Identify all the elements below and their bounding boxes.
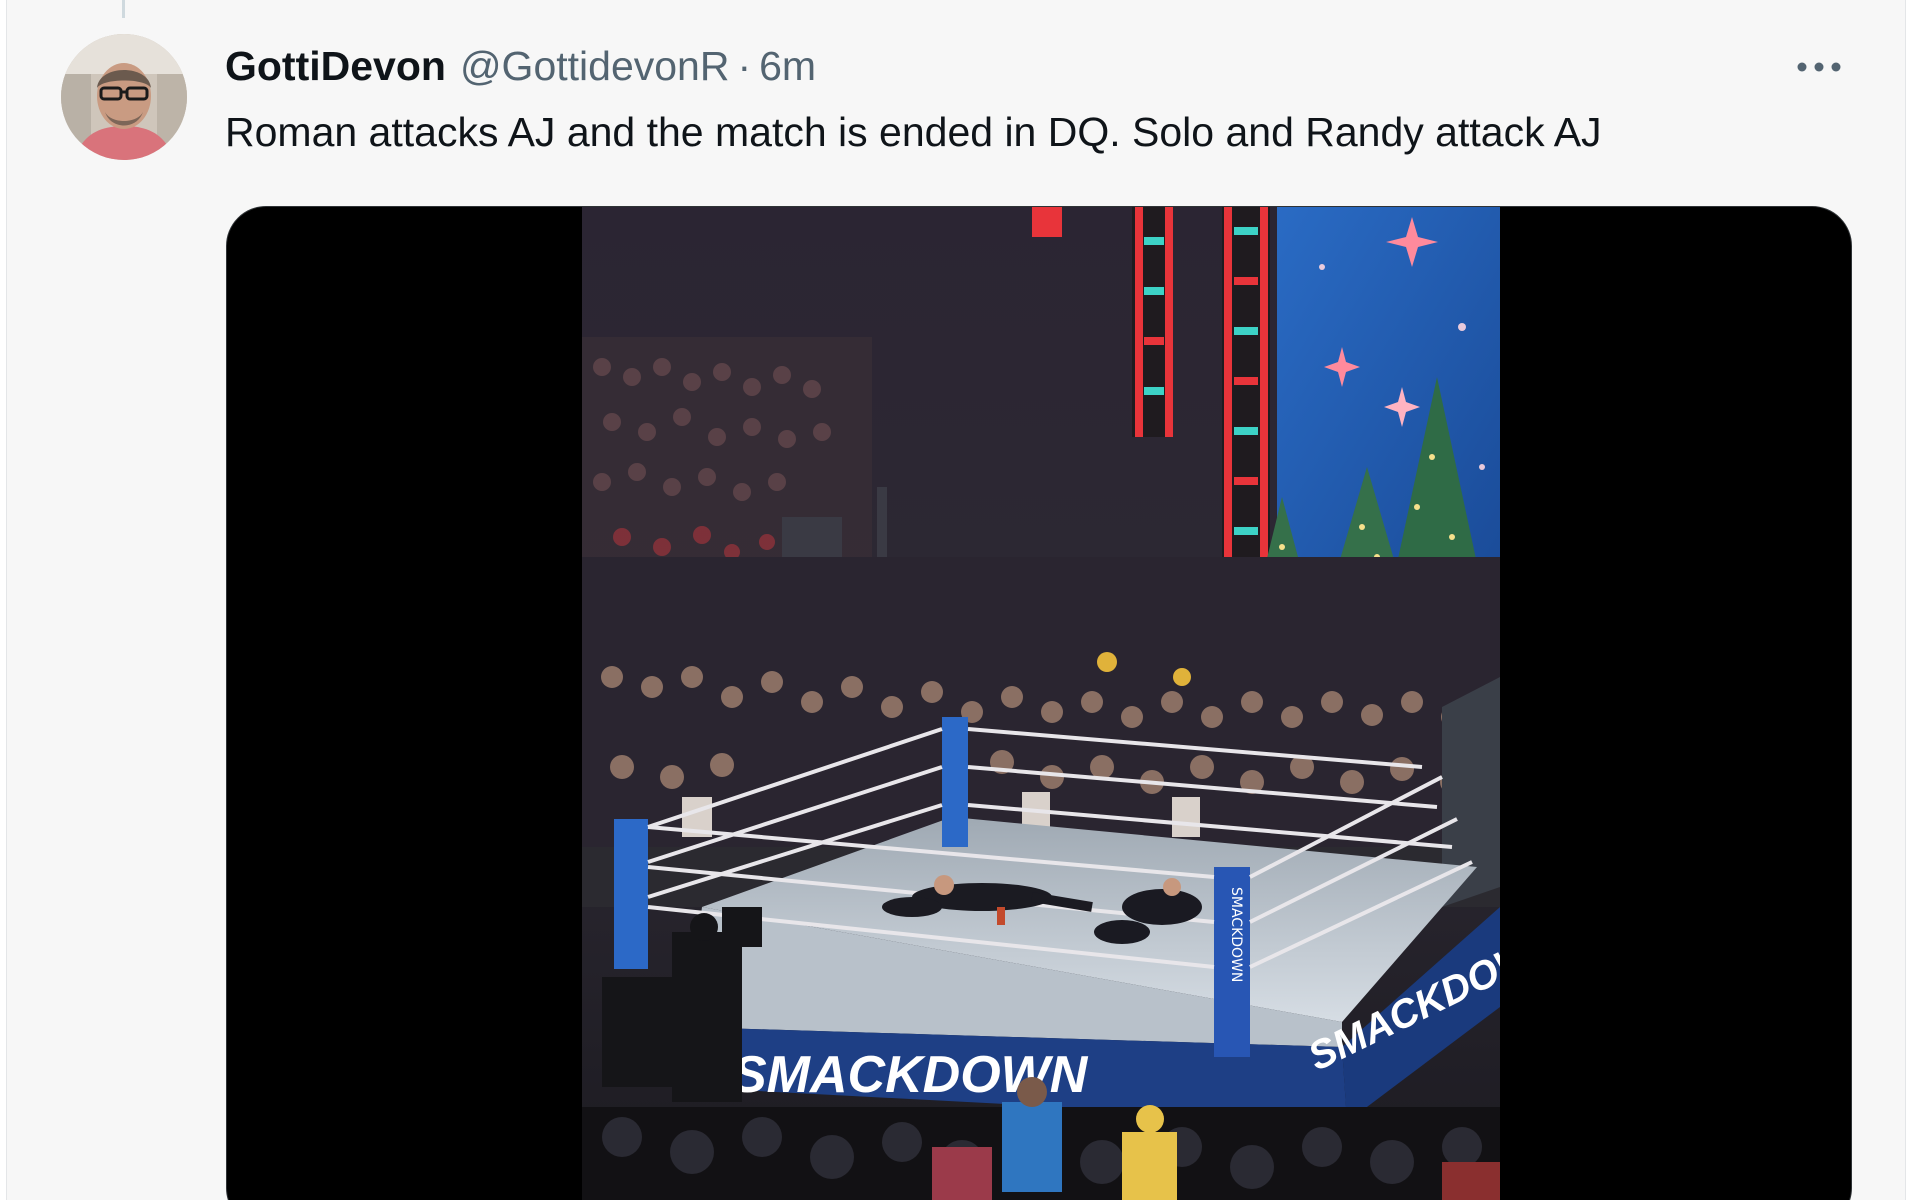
avatar[interactable] (61, 34, 187, 160)
more-options-button[interactable] (1789, 42, 1849, 92)
video-player[interactable]: SMACKDOWN SMACKDOWN SMACKDOWN (226, 206, 1852, 1200)
avatar-photo (61, 34, 187, 160)
more-horizontal-icon (1797, 62, 1841, 72)
tweet-text: Roman attacks AJ and the match is ended … (225, 109, 1602, 155)
turnbuckle-logo-text: SMACKDOWN (1228, 887, 1244, 982)
separator-dot: · (737, 43, 752, 89)
thread-connector-line (122, 0, 125, 18)
page: GottiDevon @GottidevonR · 6m Roman attac… (0, 0, 1920, 1200)
author-handle[interactable]: @GottidevonR (460, 38, 730, 94)
tweet-header: GottiDevon @GottidevonR · 6m (225, 38, 816, 94)
video-frame: SMACKDOWN SMACKDOWN SMACKDOWN (582, 207, 1500, 1200)
timestamp[interactable]: 6m (759, 38, 816, 94)
stage-screen (1260, 207, 1500, 587)
author-display-name[interactable]: GottiDevon (225, 38, 446, 94)
tweet-card[interactable]: GottiDevon @GottidevonR · 6m Roman attac… (6, 0, 1906, 1200)
